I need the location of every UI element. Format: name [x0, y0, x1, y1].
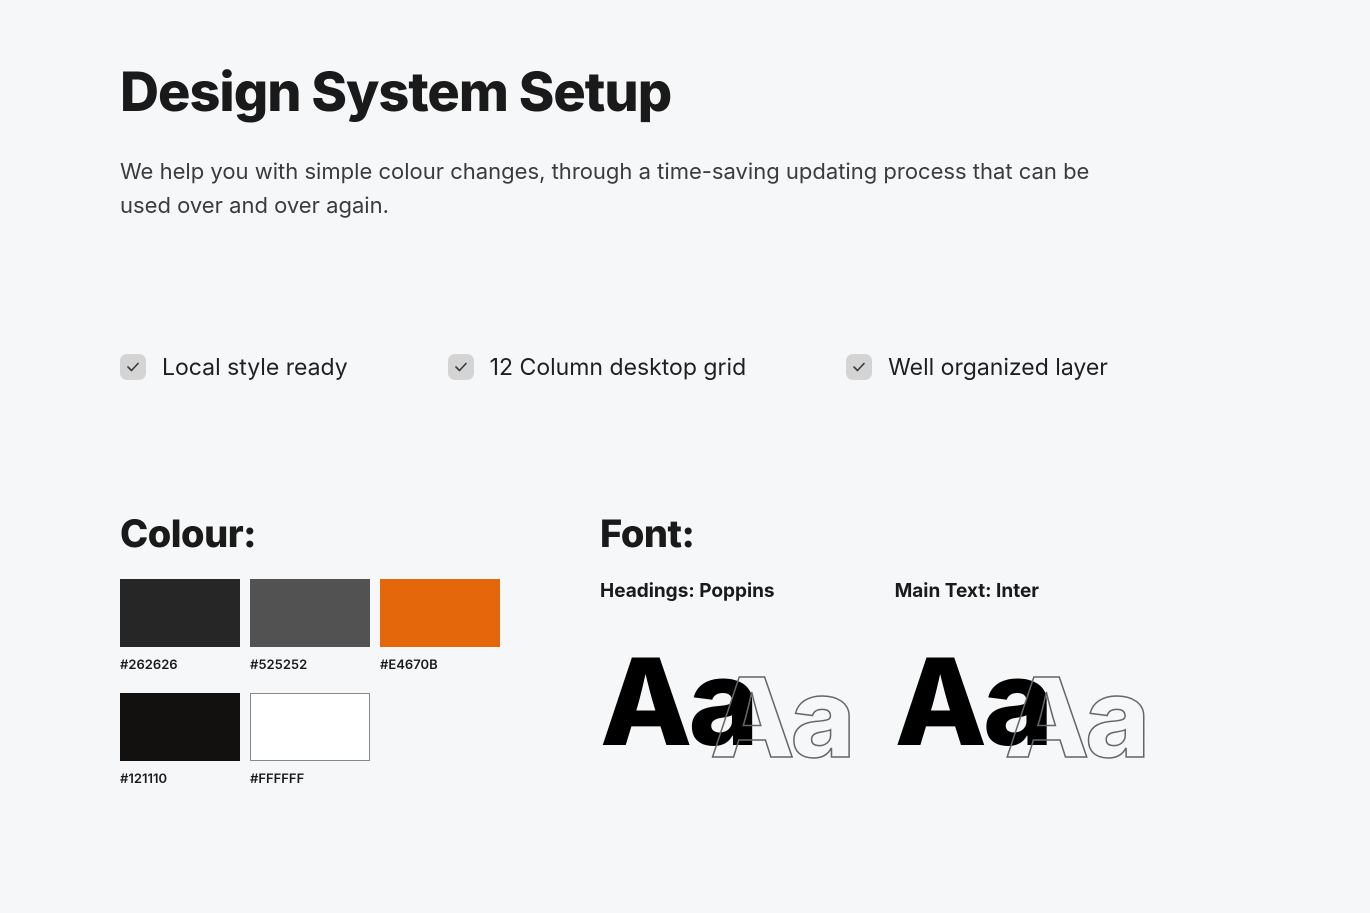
font-specs: Headings: Poppins Aa Aa Main Text: Inter… [600, 579, 1250, 782]
aa-outline: Aa [710, 662, 851, 772]
font-spec-main: Main Text: Inter Aa Aa [895, 579, 1050, 782]
font-sample-headings: Aa Aa [600, 642, 775, 782]
swatch-525252 [250, 579, 370, 647]
feature-list: Local style ready 12 Column desktop grid… [120, 353, 1250, 381]
font-name-headings: Poppins [699, 579, 774, 602]
swatch-label: #FFFFFF [250, 771, 370, 787]
swatch-cell: #121110 [120, 693, 240, 797]
feature-item: Local style ready [120, 353, 348, 381]
feature-label: Local style ready [162, 353, 348, 381]
font-label-prefix: Main Text: [895, 579, 992, 602]
swatch-cell: #525252 [250, 579, 370, 683]
page-title: Design System Setup [120, 60, 1250, 125]
font-name-main: Inter [996, 579, 1039, 602]
feature-label: Well organized layer [888, 353, 1108, 381]
content-columns: Colour: #262626 #525252 #E4670B #121110 … [120, 511, 1250, 797]
feature-label: 12 Column desktop grid [490, 353, 747, 381]
swatch-cell: #FFFFFF [250, 693, 370, 797]
swatch-ffffff [250, 693, 370, 761]
check-icon [448, 354, 474, 380]
font-heading: Font: [600, 511, 1250, 557]
aa-outline: Aa [1005, 662, 1146, 772]
feature-item: Well organized layer [846, 353, 1108, 381]
swatch-121110 [120, 693, 240, 761]
font-sample-main: Aa Aa [895, 642, 1050, 782]
swatch-cell: #E4670B [380, 579, 500, 683]
font-label-main: Main Text: Inter [895, 579, 1050, 602]
font-label-prefix: Headings: [600, 579, 695, 602]
font-spec-headings: Headings: Poppins Aa Aa [600, 579, 775, 782]
swatch-e4670b [380, 579, 500, 647]
swatch-label: #121110 [120, 771, 240, 787]
colour-section: Colour: #262626 #525252 #E4670B #121110 … [120, 511, 520, 797]
colour-heading: Colour: [120, 511, 520, 557]
font-label-headings: Headings: Poppins [600, 579, 775, 602]
check-icon [120, 354, 146, 380]
check-icon [846, 354, 872, 380]
font-section: Font: Headings: Poppins Aa Aa Main Text:… [600, 511, 1250, 797]
feature-item: 12 Column desktop grid [448, 353, 747, 381]
swatch-cell: #262626 [120, 579, 240, 683]
page-description: We help you with simple colour changes, … [120, 155, 1120, 223]
swatch-label: #525252 [250, 657, 370, 673]
swatch-grid: #262626 #525252 #E4670B #121110 #FFFFFF [120, 579, 520, 797]
swatch-262626 [120, 579, 240, 647]
swatch-label: #E4670B [380, 657, 500, 673]
swatch-label: #262626 [120, 657, 240, 673]
